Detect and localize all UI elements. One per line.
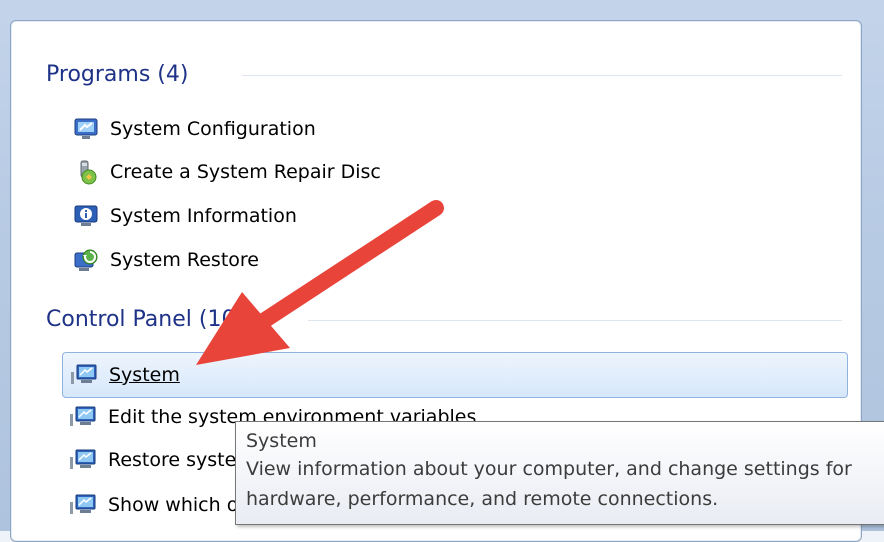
tooltip-description: View information about your computer, an…	[246, 458, 852, 510]
tooltip-title: System	[246, 430, 317, 452]
system-tooltip: System View information about your compu…	[235, 421, 884, 525]
